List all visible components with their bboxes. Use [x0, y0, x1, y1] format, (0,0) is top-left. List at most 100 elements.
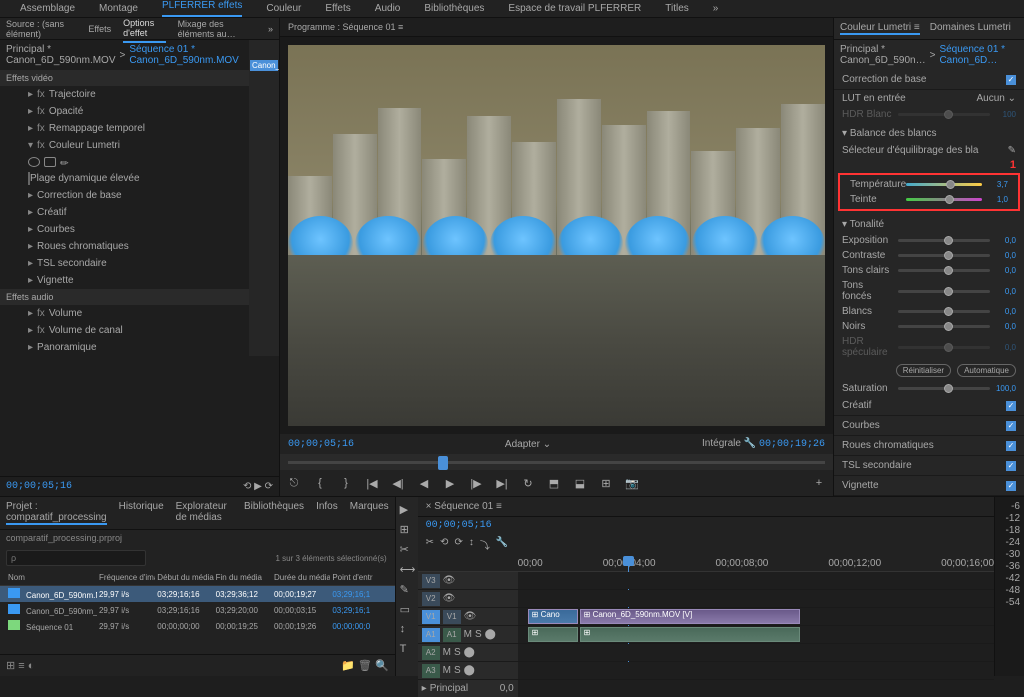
track-a1[interactable]: A1A1MS⬤	[418, 626, 518, 643]
slider-contraste[interactable]	[898, 254, 990, 257]
project-row[interactable]: Canon_6D_590nm_WB.MOV29,97 i/s03;29;16;1…	[0, 602, 395, 618]
track-v1[interactable]: V1V1👁	[418, 608, 518, 625]
project-actions[interactable]: 📁 🗑 🔍	[341, 659, 389, 672]
plage-dynamique[interactable]: Plage dynamique élevée	[0, 170, 249, 187]
btn-play[interactable]: ▶	[442, 476, 458, 490]
slider-tons-clairs[interactable]	[898, 269, 990, 272]
tool-type[interactable]: T	[400, 643, 414, 657]
tab-lumetri-scopes[interactable]: Domaines Lumetri	[930, 22, 1011, 35]
btn-step-fwd[interactable]: ▶|	[494, 476, 510, 490]
project-search[interactable]	[6, 550, 146, 566]
ws-effets[interactable]: Effets	[325, 3, 350, 14]
track-a2[interactable]: A2MS⬤	[418, 644, 518, 661]
tool-rect[interactable]: ▭	[400, 603, 414, 617]
btn-safe2[interactable]: ⬓	[572, 476, 588, 490]
btn-goto-in[interactable]: |◀	[364, 476, 380, 490]
slider-tons-fonces[interactable]	[898, 290, 990, 293]
section-courbes[interactable]: Courbes✓	[834, 416, 1024, 436]
tab-mixage[interactable]: Mixage des éléments au…	[178, 18, 256, 42]
btn-mark[interactable]: ⎋	[286, 476, 302, 490]
track-v2[interactable]: V2👁	[418, 590, 518, 607]
tab-overflow[interactable]: »	[268, 21, 273, 37]
btn-add[interactable]: +	[811, 476, 827, 490]
tab-projet[interactable]: Projet : comparatif_processing	[6, 501, 107, 525]
btn-export-frame[interactable]: 📷	[624, 476, 640, 490]
section-roues[interactable]: Roues chromatiques✓	[834, 436, 1024, 456]
program-monitor[interactable]	[280, 37, 833, 434]
clip-v1-b[interactable]: ⊞ Canon_6D_590nm.MOV [V]	[580, 609, 800, 624]
slider-exposition[interactable]	[898, 239, 990, 242]
timeline-tab[interactable]: × Séquence 01 ≡	[426, 501, 502, 512]
btn-rewind[interactable]: ◀	[416, 476, 432, 490]
effect-opacite[interactable]: ▸fxOpacité	[0, 103, 249, 120]
btn-compare[interactable]: ⊞	[598, 476, 614, 490]
timeline-timecode[interactable]: 00;00;05;16	[426, 520, 492, 531]
btn-in[interactable]: {	[312, 476, 328, 490]
btn-reinitialiser[interactable]: Réinitialiser	[896, 364, 951, 377]
lut-dropdown[interactable]: Aucun ⌄	[976, 93, 1016, 104]
program-scrubber[interactable]	[280, 454, 833, 470]
fit-dropdown[interactable]: Adapter	[505, 439, 540, 450]
btn-step-back[interactable]: ◀|	[390, 476, 406, 490]
tab-lumetri-color[interactable]: Couleur Lumetri ≡	[840, 22, 920, 35]
check-icon[interactable]: ✓	[1006, 75, 1016, 85]
slider-blancs[interactable]	[898, 310, 990, 313]
playhead-icon[interactable]	[438, 456, 448, 470]
track-v3[interactable]: V3👁	[418, 572, 518, 589]
track-a3[interactable]: A3MS⬤	[418, 662, 518, 679]
ws-biblio[interactable]: Bibliothèques	[424, 3, 484, 14]
ws-titles[interactable]: Titles	[665, 3, 689, 14]
mask-shapes[interactable]: ✎	[28, 154, 249, 170]
effect-lumetri[interactable]: ▾fxCouleur Lumetri	[0, 137, 249, 154]
tool-hand[interactable]: ↕	[400, 623, 414, 637]
tool-razor[interactable]: ✂	[400, 543, 414, 557]
clip-a1-a[interactable]: ⊞	[528, 627, 578, 642]
slider-noirs[interactable]	[898, 325, 990, 328]
integrale-dropdown[interactable]: Intégrale	[702, 438, 741, 449]
btn-loop[interactable]: ↻	[520, 476, 536, 490]
effect-panoramique[interactable]: ▸Panoramique	[0, 339, 249, 356]
section-tsl[interactable]: TSL secondaire✓	[834, 456, 1024, 476]
tab-marques[interactable]: Marques	[350, 501, 389, 525]
slider-saturation[interactable]	[898, 387, 990, 390]
lum-courbes[interactable]: ▸Courbes	[0, 221, 249, 238]
tab-historique[interactable]: Historique	[119, 501, 164, 525]
source-timecode[interactable]: 00;00;05;16	[6, 481, 72, 492]
section-vignette[interactable]: Vignette✓	[834, 476, 1024, 496]
slider-temperature[interactable]	[906, 183, 982, 186]
lum-correction[interactable]: ▸Correction de base	[0, 187, 249, 204]
source-controls[interactable]: ⟲ ▶ ⟳	[243, 481, 273, 492]
lum-creatif[interactable]: ▸Créatif	[0, 204, 249, 221]
tool-track[interactable]: ⊞	[400, 523, 414, 537]
track-principal[interactable]: ▸Principal0,0	[418, 680, 518, 697]
section-correction[interactable]: Correction de base✓	[834, 70, 1024, 90]
tab-effets[interactable]: Effets	[88, 21, 111, 37]
timeline-marker[interactable]: Canon_6D_5	[250, 60, 278, 71]
ws-couleur[interactable]: Couleur	[266, 3, 301, 14]
lum-vignette[interactable]: ▸Vignette	[0, 272, 249, 289]
clip-a1-b[interactable]: ⊞	[580, 627, 800, 642]
tool-select[interactable]: ▶	[400, 503, 414, 517]
ws-assemblage[interactable]: Assemblage	[20, 3, 75, 14]
eyedropper-icon[interactable]: ✎	[1008, 145, 1016, 156]
ws-audio[interactable]: Audio	[375, 3, 401, 14]
ws-overflow[interactable]: »	[713, 3, 719, 14]
btn-automatique[interactable]: Automatique	[957, 364, 1016, 377]
clip-v1-a[interactable]: ⊞ Cano	[528, 609, 578, 624]
btn-out[interactable]: }	[338, 476, 354, 490]
tool-pen[interactable]: ✎	[400, 583, 414, 597]
effect-trajectoire[interactable]: ▸fxTrajectoire	[0, 86, 249, 103]
effect-remappage[interactable]: ▸fxRemappage temporel	[0, 120, 249, 137]
section-creatif[interactable]: Créatif✓	[834, 396, 1024, 416]
timeline-options[interactable]: ✂⟲⟳↕⤵🔧	[418, 533, 994, 556]
ws-plferrer-effets[interactable]: PLFERRER effets	[162, 0, 242, 17]
effect-volume-canal[interactable]: ▸fxVolume de canal	[0, 322, 249, 339]
project-row[interactable]: Canon_6D_590nm.MOV29,97 i/s03;29;16;1603…	[0, 586, 395, 602]
timeline-ruler[interactable]: 00;0000;00;04;0000;00;08;0000;00;12;0000…	[418, 556, 994, 572]
tab-explorateur[interactable]: Explorateur de médias	[176, 501, 232, 525]
btn-forward[interactable]: |▶	[468, 476, 484, 490]
tab-biblio[interactable]: Bibliothèques	[244, 501, 304, 525]
lum-tsl[interactable]: ▸TSL secondaire	[0, 255, 249, 272]
project-row[interactable]: Séquence 0129,97 i/s00;00;00;0000;00;19;…	[0, 618, 395, 634]
ws-espace[interactable]: Espace de travail PLFERRER	[508, 3, 641, 14]
